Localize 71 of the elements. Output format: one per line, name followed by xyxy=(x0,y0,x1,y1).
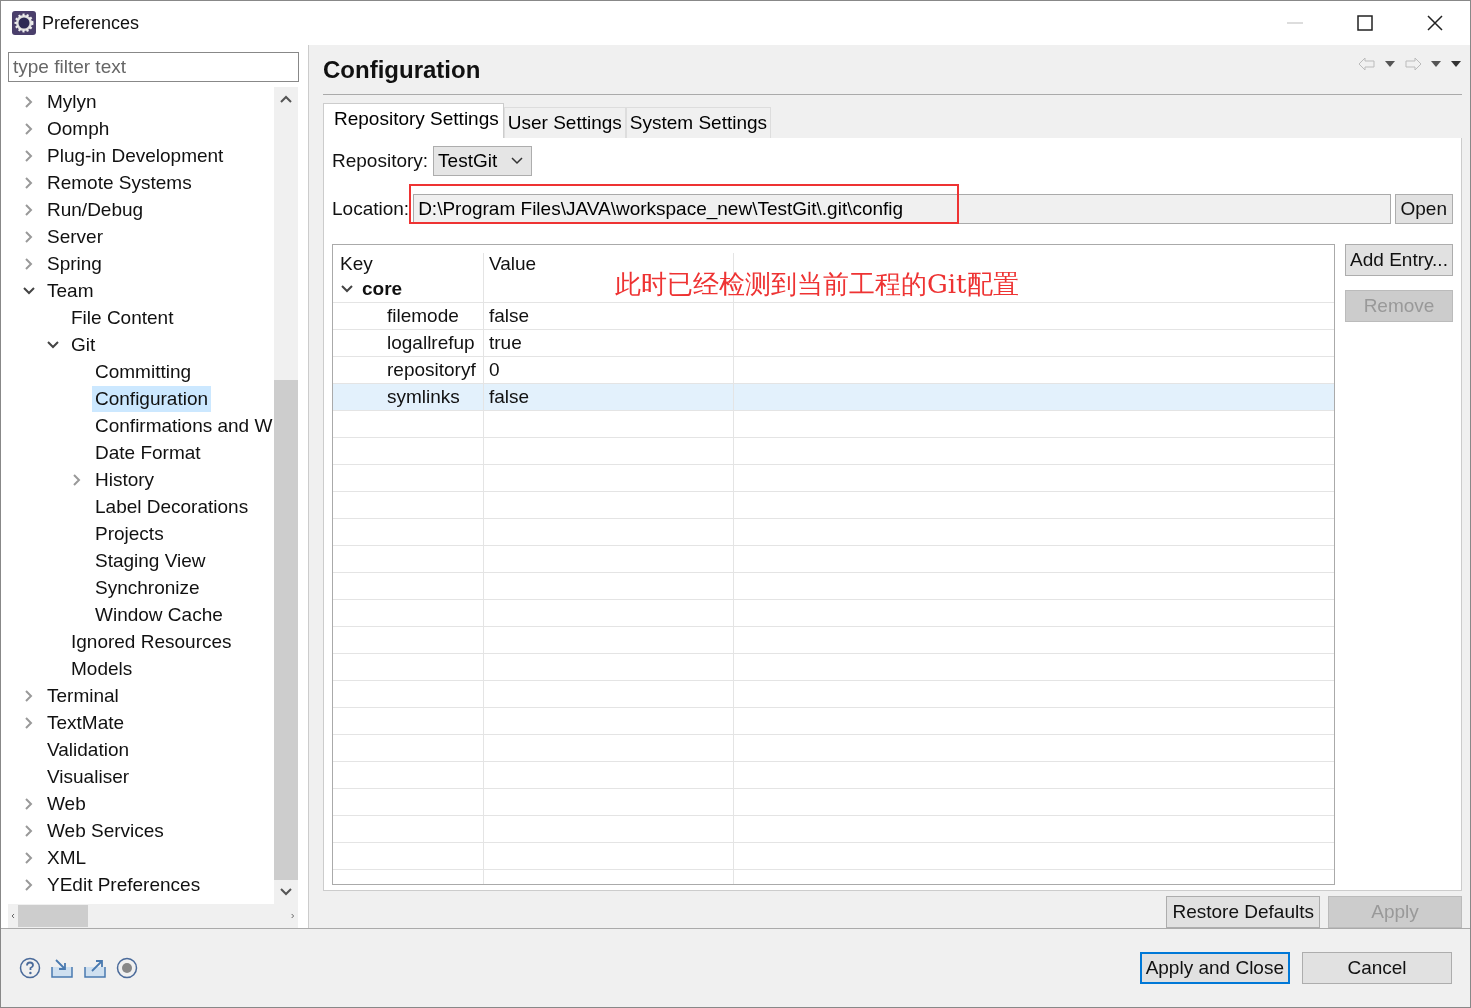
tree-item[interactable]: Projects xyxy=(92,520,167,547)
tree-item[interactable]: Committing xyxy=(92,358,195,385)
import-icon[interactable] xyxy=(50,957,74,979)
tree-item[interactable]: Web Services xyxy=(44,817,167,844)
tree-item[interactable]: Team xyxy=(44,277,97,304)
repository-label: Repository: xyxy=(332,150,429,172)
table-cell: filemode xyxy=(333,303,484,329)
forward-arrow-icon[interactable] xyxy=(1404,57,1422,71)
table-cell: false xyxy=(484,303,734,329)
tree-item[interactable]: Window Cache xyxy=(92,601,226,628)
scrollbar-thumb[interactable] xyxy=(17,905,89,927)
tree-item[interactable]: Confirmations and W xyxy=(92,412,274,439)
help-icon[interactable] xyxy=(19,957,41,979)
record-icon[interactable] xyxy=(116,957,138,979)
tree-item[interactable]: YEdit Preferences xyxy=(44,871,204,898)
tree-item[interactable]: Git xyxy=(68,331,99,358)
page-title: Configuration xyxy=(323,55,481,84)
tree-item[interactable]: Spring xyxy=(44,250,105,277)
tree-item[interactable]: Label Decorations xyxy=(92,493,252,520)
tree-item[interactable]: Mylyn xyxy=(44,88,100,115)
repository-dropdown[interactable]: TestGit xyxy=(433,146,533,176)
close-icon[interactable] xyxy=(1425,13,1445,33)
tree-item[interactable]: Oomph xyxy=(44,115,113,142)
filter-field[interactable]: type filter text xyxy=(8,52,299,82)
tree-item[interactable]: Validation xyxy=(44,736,133,763)
tab[interactable]: User Settings xyxy=(503,107,626,138)
tree-item[interactable]: Date Format xyxy=(92,439,204,466)
table-row[interactable]: filemode false xyxy=(333,302,1334,329)
open-button[interactable]: Open xyxy=(1394,194,1453,224)
export-icon[interactable] xyxy=(83,957,107,979)
tree-item[interactable]: File Content xyxy=(68,304,177,331)
tab[interactable]: Repository Settings xyxy=(323,103,504,138)
table-cell: symlinks xyxy=(333,384,484,410)
caret-icon xyxy=(511,157,524,165)
scrollbar-thumb[interactable] xyxy=(274,380,298,880)
tree-item[interactable]: Configuration xyxy=(92,385,212,412)
dropdown-icon[interactable] xyxy=(1384,60,1396,68)
tree-item[interactable]: Server xyxy=(44,223,106,250)
dialog-button[interactable]: Apply and Close xyxy=(1139,952,1290,984)
table-cell: logallrefup xyxy=(333,330,484,356)
tree-item[interactable]: History xyxy=(92,466,158,493)
menu-icon[interactable] xyxy=(1450,60,1462,68)
gear-icon xyxy=(12,11,36,35)
window-title: Preferences xyxy=(42,12,140,34)
table-row[interactable]: logallrefup true xyxy=(333,329,1334,356)
side-button[interactable]: Add Entry... xyxy=(1345,244,1453,276)
tab[interactable]: System Settings xyxy=(625,107,772,138)
group-name[interactable]: core xyxy=(362,277,403,300)
location-label: Location: xyxy=(332,198,410,220)
column-header[interactable]: Key xyxy=(333,253,484,275)
table-cell: false xyxy=(484,384,734,410)
maximize-icon[interactable] xyxy=(1355,13,1375,33)
tree-item[interactable]: Ignored Resources xyxy=(68,628,235,655)
tree-item[interactable]: Synchronize xyxy=(92,574,203,601)
location-field[interactable]: D:\Program Files\JAVA\workspace_new\TestGit\.git\config xyxy=(413,194,1391,224)
tree-item[interactable]: Visualiser xyxy=(44,763,133,790)
tree-item[interactable]: Run/Debug xyxy=(44,196,147,223)
tree-item[interactable]: Staging View xyxy=(92,547,209,574)
tree-item[interactable]: Plug-in Development xyxy=(44,142,227,169)
tree-item[interactable]: Web xyxy=(44,790,89,817)
dialog-button[interactable]: Cancel xyxy=(1302,952,1452,984)
dropdown-icon[interactable] xyxy=(1430,60,1442,68)
page-button[interactable]: Restore Defaults xyxy=(1166,896,1320,928)
table-row[interactable]: symlinks false xyxy=(333,383,1334,410)
tree-item[interactable]: Terminal xyxy=(44,682,122,709)
tree-item[interactable]: Remote Systems xyxy=(44,169,195,196)
table-cell: true xyxy=(484,330,734,356)
tree-item[interactable]: TextMate xyxy=(44,709,128,736)
back-arrow-icon[interactable] xyxy=(1358,57,1376,71)
tree-item[interactable]: Models xyxy=(68,655,136,682)
tree-item[interactable]: XML xyxy=(44,844,90,871)
